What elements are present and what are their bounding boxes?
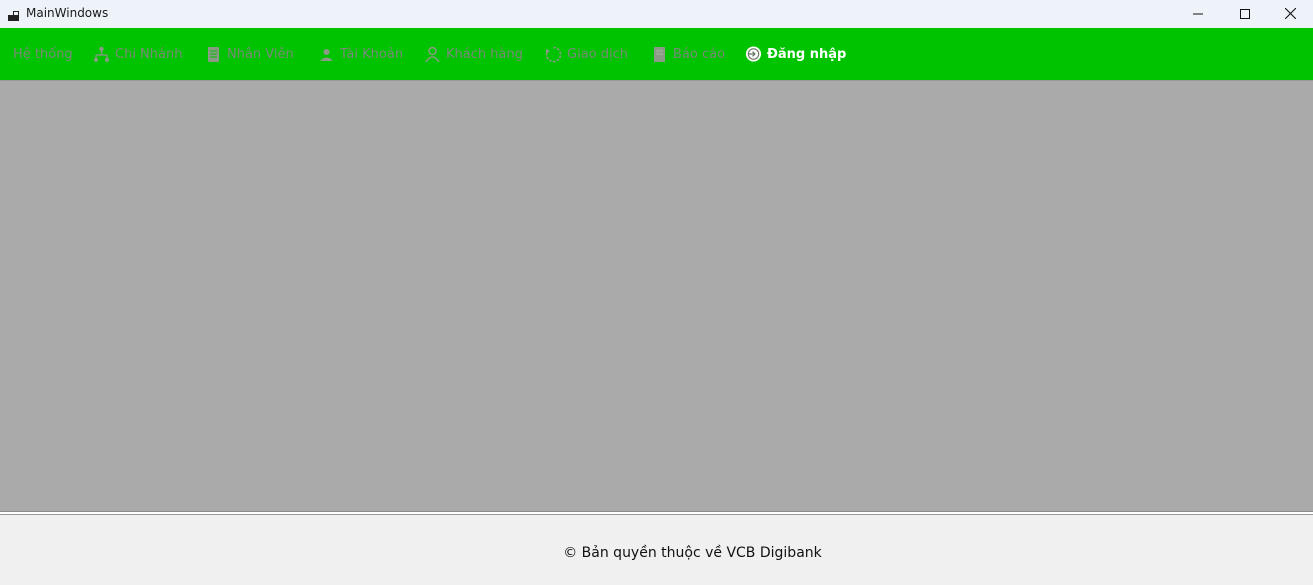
menu-item-label: Báo cáo [673, 46, 726, 62]
menu-item-label: Đăng nhập [767, 46, 847, 62]
menu-item-khach-hang[interactable]: Khách hàng [424, 28, 523, 80]
copyright-text: © Bản quyền thuộc về VCB Digibank [563, 545, 822, 561]
menu-item-he-thong[interactable]: Hệ thống [13, 28, 73, 80]
minimize-button[interactable] [1175, 0, 1221, 27]
close-icon [1284, 8, 1296, 19]
report-icon [651, 46, 668, 63]
customer-icon [424, 46, 441, 63]
main-content-area [0, 81, 1313, 511]
menu-item-label: Khách hàng [446, 46, 523, 62]
minimize-icon [1193, 13, 1203, 14]
close-button[interactable] [1267, 0, 1313, 27]
menu-item-label: Nhân Viên [227, 46, 294, 62]
main-window: MainWindows Hệ thống Chi Nhánh Nhân Viên… [0, 0, 1313, 585]
menu-item-label: Tài Khoản [340, 46, 404, 62]
window-title: MainWindows [26, 6, 109, 20]
employee-icon [205, 46, 222, 63]
menu-item-dang-nhap[interactable]: Đăng nhập [745, 28, 846, 80]
branch-icon [93, 46, 110, 63]
menu-item-giao-dich[interactable]: Giao dịch [545, 28, 628, 80]
status-footer: © Bản quyền thuộc về VCB Digibank [0, 515, 1313, 585]
login-icon [745, 46, 762, 63]
menu-item-chi-nhanh[interactable]: Chi Nhánh [93, 28, 182, 80]
menu-item-label: Chi Nhánh [115, 46, 183, 62]
transaction-icon [545, 46, 562, 63]
app-icon [8, 7, 20, 21]
menu-item-label: Giao dịch [567, 46, 628, 62]
maximize-icon [1240, 8, 1250, 19]
menu-item-tai-khoan[interactable]: Tài Khoản [318, 28, 403, 80]
account-icon [318, 46, 335, 63]
menu-item-label: Hệ thống [13, 46, 73, 62]
menu-item-bao-cao[interactable]: Báo cáo [651, 28, 725, 80]
menu-item-nhan-vien[interactable]: Nhân Viên [205, 28, 294, 80]
title-bar[interactable]: MainWindows [0, 0, 1313, 27]
maximize-button[interactable] [1222, 0, 1268, 27]
menu-bar: Hệ thống Chi Nhánh Nhân Viên Tài Khoản K… [0, 28, 1313, 81]
